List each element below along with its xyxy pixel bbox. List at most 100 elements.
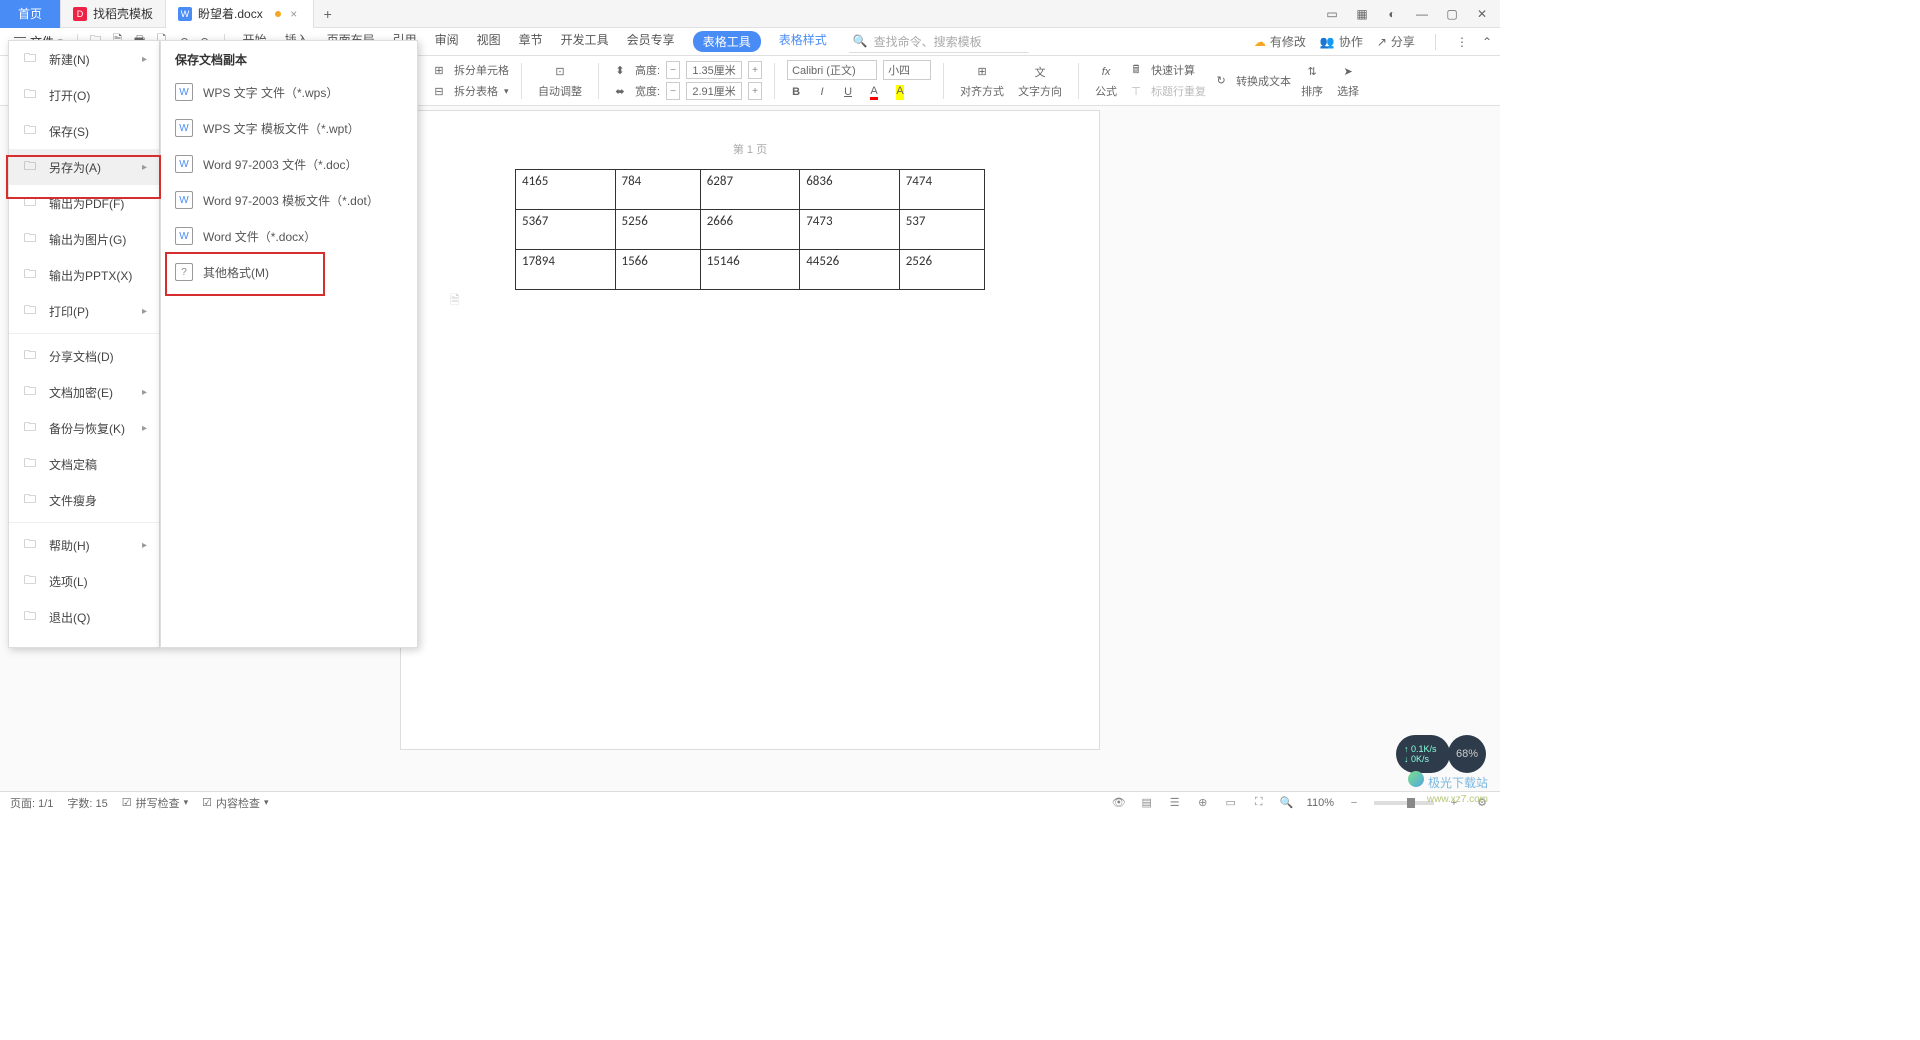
to-text-button[interactable]: ↻转换成文本 — [1212, 72, 1291, 90]
menu-review[interactable]: 审阅 — [435, 31, 459, 52]
file-menu-item[interactable]: 🗀另存为(A)▸ — [9, 149, 159, 185]
file-menu-item[interactable]: 🗀退出(Q) — [9, 599, 159, 635]
file-menu-item[interactable]: 🗀打开(O) — [9, 77, 159, 113]
height-increase[interactable]: + — [748, 61, 762, 79]
cell[interactable]: 6287 — [700, 170, 800, 210]
zoom-level[interactable]: 110% — [1307, 797, 1334, 809]
minimize-icon[interactable]: — — [1414, 6, 1430, 22]
width-input[interactable]: 2.91厘米 — [686, 82, 742, 100]
file-menu-item[interactable]: 🗀选项(L) — [9, 563, 159, 599]
cell[interactable]: 537 — [899, 210, 984, 250]
file-menu-item[interactable]: 🗀文档定稿 — [9, 446, 159, 482]
cell[interactable]: 2526 — [899, 250, 984, 290]
header-repeat-button[interactable]: ⊤标题行重复 — [1127, 82, 1206, 100]
menu-section[interactable]: 章节 — [519, 31, 543, 52]
cell[interactable]: 7474 — [899, 170, 984, 210]
submenu-item[interactable]: WWord 97-2003 模板文件（*.dot） — [161, 182, 417, 218]
font-name-select[interactable]: Calibri (正文) — [787, 60, 877, 80]
status-content-check[interactable]: ☑内容检查▾ — [202, 795, 268, 811]
close-icon[interactable]: × — [287, 7, 301, 21]
file-menu-item[interactable]: 🗀文件瘦身 — [9, 482, 159, 518]
menu-member[interactable]: 会员专享 — [627, 31, 675, 52]
layout-icon[interactable]: ▭ — [1324, 6, 1340, 22]
web-view-icon[interactable]: ⊕ — [1195, 795, 1211, 811]
menu-table-style[interactable]: 表格样式 — [779, 31, 827, 52]
tab-template[interactable]: D 找稻壳模板 — [61, 0, 166, 28]
data-table[interactable]: 4165784628768367474 5367525626667473537 … — [515, 169, 985, 290]
cell[interactable]: 5256 — [615, 210, 700, 250]
outline-view-icon[interactable]: ☰ — [1167, 795, 1183, 811]
width-increase[interactable]: + — [748, 82, 762, 100]
new-tab-button[interactable]: + — [314, 6, 342, 22]
status-spellcheck[interactable]: ☑拼写检查▾ — [122, 795, 188, 811]
submenu-item[interactable]: WWord 97-2003 文件（*.doc） — [161, 146, 417, 182]
status-words[interactable]: 字数: 15 — [67, 795, 107, 811]
font-size-select[interactable]: 小四 — [883, 60, 931, 80]
split-cell-button[interactable]: ⊞拆分单元格 — [430, 61, 509, 79]
network-speed-widget[interactable]: ↑ 0.1K/s ↓ 0K/s — [1396, 735, 1450, 773]
search-input[interactable]: 🔍 查找命令、搜索模板 — [849, 31, 1029, 53]
zoom-out-icon[interactable]: − — [1346, 795, 1362, 811]
file-menu-item[interactable]: 🗀帮助(H)▸ — [9, 527, 159, 563]
split-table-button[interactable]: ⊟拆分表格▾ — [430, 82, 509, 100]
highlight-button[interactable]: A — [891, 83, 909, 101]
cell[interactable]: 784 — [615, 170, 700, 210]
formula-button[interactable]: fx公式 — [1091, 58, 1121, 104]
underline-button[interactable]: U — [839, 83, 857, 101]
maximize-icon[interactable]: ▢ — [1444, 6, 1460, 22]
file-menu-item[interactable]: 🗀输出为图片(G) — [9, 221, 159, 257]
width-decrease[interactable]: − — [666, 82, 680, 100]
sort-button[interactable]: ⇅排序 — [1297, 58, 1327, 104]
text-direction-button[interactable]: 文文字方向 — [1014, 58, 1066, 104]
cell[interactable]: 5367 — [516, 210, 616, 250]
font-color-button[interactable]: A — [865, 83, 883, 101]
more-icon[interactable]: ⋮ — [1456, 35, 1468, 49]
view-mode-icon[interactable]: 👁 — [1111, 795, 1127, 811]
file-menu-item[interactable]: 🗀备份与恢复(K)▸ — [9, 410, 159, 446]
close-window-icon[interactable]: ✕ — [1474, 6, 1490, 22]
cell[interactable]: 6836 — [800, 170, 900, 210]
cell[interactable]: 2666 — [700, 210, 800, 250]
file-menu-item[interactable]: 🗀分享文档(D) — [9, 338, 159, 374]
tab-home[interactable]: 首页 — [0, 0, 61, 28]
submenu-item[interactable]: WWord 文件（*.docx） — [161, 218, 417, 254]
tab-document[interactable]: W 盼望着.docx × — [166, 0, 314, 28]
cell[interactable]: 1566 — [615, 250, 700, 290]
select-button[interactable]: ➤选择 — [1333, 58, 1363, 104]
file-menu-item[interactable]: 🗀保存(S) — [9, 113, 159, 149]
menu-table-tools[interactable]: 表格工具 — [693, 31, 761, 52]
align-button[interactable]: ⊞对齐方式 — [956, 58, 1008, 104]
cloud-changes[interactable]: ☁有修改 — [1254, 33, 1306, 50]
menu-devtools[interactable]: 开发工具 — [561, 31, 609, 52]
zoom-slider[interactable] — [1374, 801, 1434, 805]
chevron-up-icon[interactable]: ⌃ — [1482, 35, 1492, 49]
cell[interactable]: 17894 — [516, 250, 616, 290]
menu-view[interactable]: 视图 — [477, 31, 501, 52]
submenu-item[interactable]: WWPS 文字 文件（*.wps） — [161, 74, 417, 110]
file-menu-item[interactable]: 🗀打印(P)▸ — [9, 293, 159, 329]
grid-icon[interactable]: ▦ — [1354, 6, 1370, 22]
submenu-item[interactable]: ?其他格式(M) — [161, 254, 417, 290]
height-decrease[interactable]: − — [666, 61, 680, 79]
file-menu-item[interactable]: 🗀输出为PDF(F) — [9, 185, 159, 221]
quick-calc-button[interactable]: 🖩快速计算 — [1127, 61, 1206, 79]
user-icon[interactable]: ◐ — [1384, 6, 1400, 22]
share-button[interactable]: ↗分享 — [1377, 33, 1415, 50]
fit-width-icon[interactable]: ⛶ — [1251, 795, 1267, 811]
file-menu-item[interactable]: 🗀新建(N)▸ — [9, 41, 159, 77]
cell[interactable]: 4165 — [516, 170, 616, 210]
status-page[interactable]: 页面: 1/1 — [10, 795, 53, 811]
auto-adjust-button[interactable]: ⊡ 自动调整 — [534, 58, 586, 104]
cell[interactable]: 15146 — [700, 250, 800, 290]
file-menu-item[interactable]: 🗀输出为PPTX(X) — [9, 257, 159, 293]
zoom-tool-icon[interactable]: 🔍 — [1279, 795, 1295, 811]
submenu-item[interactable]: WWPS 文字 模板文件（*.wpt） — [161, 110, 417, 146]
reading-view-icon[interactable]: ▭ — [1223, 795, 1239, 811]
italic-button[interactable]: I — [813, 83, 831, 101]
collab-button[interactable]: 👥协作 — [1320, 33, 1363, 50]
cell[interactable]: 7473 — [800, 210, 900, 250]
page-view-icon[interactable]: ▤ — [1139, 795, 1155, 811]
cell[interactable]: 44526 — [800, 250, 900, 290]
bold-button[interactable]: B — [787, 83, 805, 101]
height-input[interactable]: 1.35厘米 — [686, 61, 742, 79]
